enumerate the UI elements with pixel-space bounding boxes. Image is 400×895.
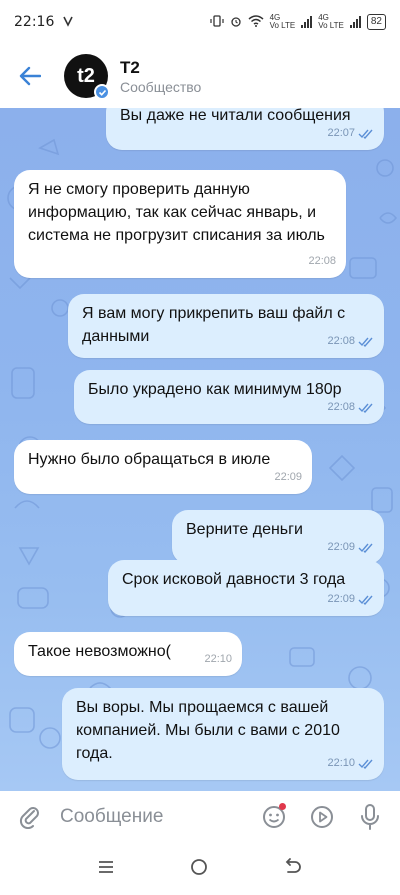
back-arrow-icon [19,66,41,86]
read-ticks-icon [358,337,373,347]
message-meta: 22:10 [204,648,232,671]
system-navigation-bar [0,843,400,895]
message-text: Вы даже не читали сообщения [120,108,351,124]
chat-title-block[interactable]: T2 Сообщество [120,58,201,95]
attach-paperclip-icon [19,807,39,829]
message-time: 22:08 [327,401,355,413]
voice-message-button[interactable] [346,791,394,843]
vibrate-icon [209,14,224,30]
message-time: 22:10 [327,757,355,769]
message-meta: 22:07 [327,122,374,145]
message-input[interactable]: Сообщение [60,806,250,828]
message-meta: 22:10 [327,752,374,775]
read-ticks-icon [358,129,373,139]
back-nav-icon [285,857,301,873]
message-bubble-outgoing[interactable]: Вы воры. Мы прощаемся с вашей компанией.… [62,688,384,780]
read-ticks-icon [358,543,373,553]
back-button[interactable] [0,44,60,108]
alarm-icon [230,15,242,30]
recent-apps-button[interactable] [97,859,115,880]
message-text: Я не смогу проверить данную информацию, … [28,181,325,244]
message-bubble-outgoing[interactable]: Я вам могу прикрепить ваш файл с данными… [68,294,384,358]
message-text: Срок исковой давности 3 года [122,571,346,588]
play-circle-icon [311,806,333,828]
message-meta: 22:08 [327,396,374,419]
message-bubble-outgoing[interactable]: Было украдено как минимум 180р 22:08 [74,370,384,424]
message-time: 22:08 [327,335,355,347]
battery-icon: 82 [366,14,386,30]
avatar[interactable]: t2 [64,54,110,100]
status-bar: 22:16 4G Vo LTE 4G Vo LTE 82 [0,0,400,44]
verified-badge-icon [94,84,110,100]
message-bubble-outgoing[interactable]: Верните деньги 22:09 [172,510,384,564]
read-ticks-icon [358,403,373,413]
message-bubble-incoming[interactable]: Я не смогу проверить данную информацию, … [14,170,346,278]
net2-label: 4G Vo LTE [318,13,344,30]
signal-1-icon [301,16,313,28]
notification-icon [62,15,74,30]
message-bubble-incoming[interactable]: Такое невозможно( 22:10 [14,632,242,676]
notification-dot [279,803,286,810]
message-text: Верните деньги [186,521,303,538]
message-text: Я вам могу прикрепить ваш файл с данными [82,305,346,345]
message-list[interactable]: Вы даже не читали сообщения 22:07 Я не с… [0,108,400,791]
message-meta: 22:09 [274,466,302,489]
video-message-button[interactable] [298,791,346,843]
read-ticks-icon [358,595,373,605]
message-meta: 22:09 [327,536,374,559]
chat-subtitle: Сообщество [120,78,202,95]
home-button[interactable] [190,858,208,881]
attach-button[interactable] [0,791,60,843]
message-text: Нужно было обращаться в июле [28,451,271,468]
read-ticks-icon [358,759,373,769]
message-meta: 22:08 [327,330,374,353]
message-text: Вы воры. Мы прощаемся с вашей компанией.… [76,699,340,762]
chat-title: T2 [120,57,140,77]
message-time: 22:08 [308,255,336,267]
message-time: 22:07 [327,127,355,139]
message-meta: 22:08 [308,250,336,273]
sticker-button[interactable] [250,791,298,843]
status-time: 22:16 [14,14,55,30]
net1-label: 4G Vo LTE [269,13,296,30]
home-circle-icon [191,858,207,875]
message-bubble-outgoing[interactable]: Срок исковой давности 3 года 22:09 [108,560,384,616]
wifi-icon [248,14,264,30]
recent-apps-icon [99,860,114,873]
message-time: 22:09 [327,541,355,553]
message-bubble-incoming[interactable]: Нужно было обращаться в июле 22:09 [14,440,312,494]
chat-header: t2 T2 Сообщество [0,44,400,108]
back-nav-button[interactable] [283,857,303,881]
microphone-icon [361,804,379,830]
avatar-text: t2 [77,64,95,87]
message-time: 22:09 [274,471,302,483]
signal-2-icon [349,16,361,28]
message-text: Было украдено как минимум 180р [88,381,342,398]
message-time: 22:09 [327,593,355,605]
message-meta: 22:09 [327,588,374,611]
message-text: Такое невозможно( [28,643,171,660]
message-bubble-outgoing[interactable]: Вы даже не читали сообщения 22:07 [106,108,384,150]
message-time: 22:10 [204,653,232,665]
message-composer: Сообщение [0,791,400,843]
